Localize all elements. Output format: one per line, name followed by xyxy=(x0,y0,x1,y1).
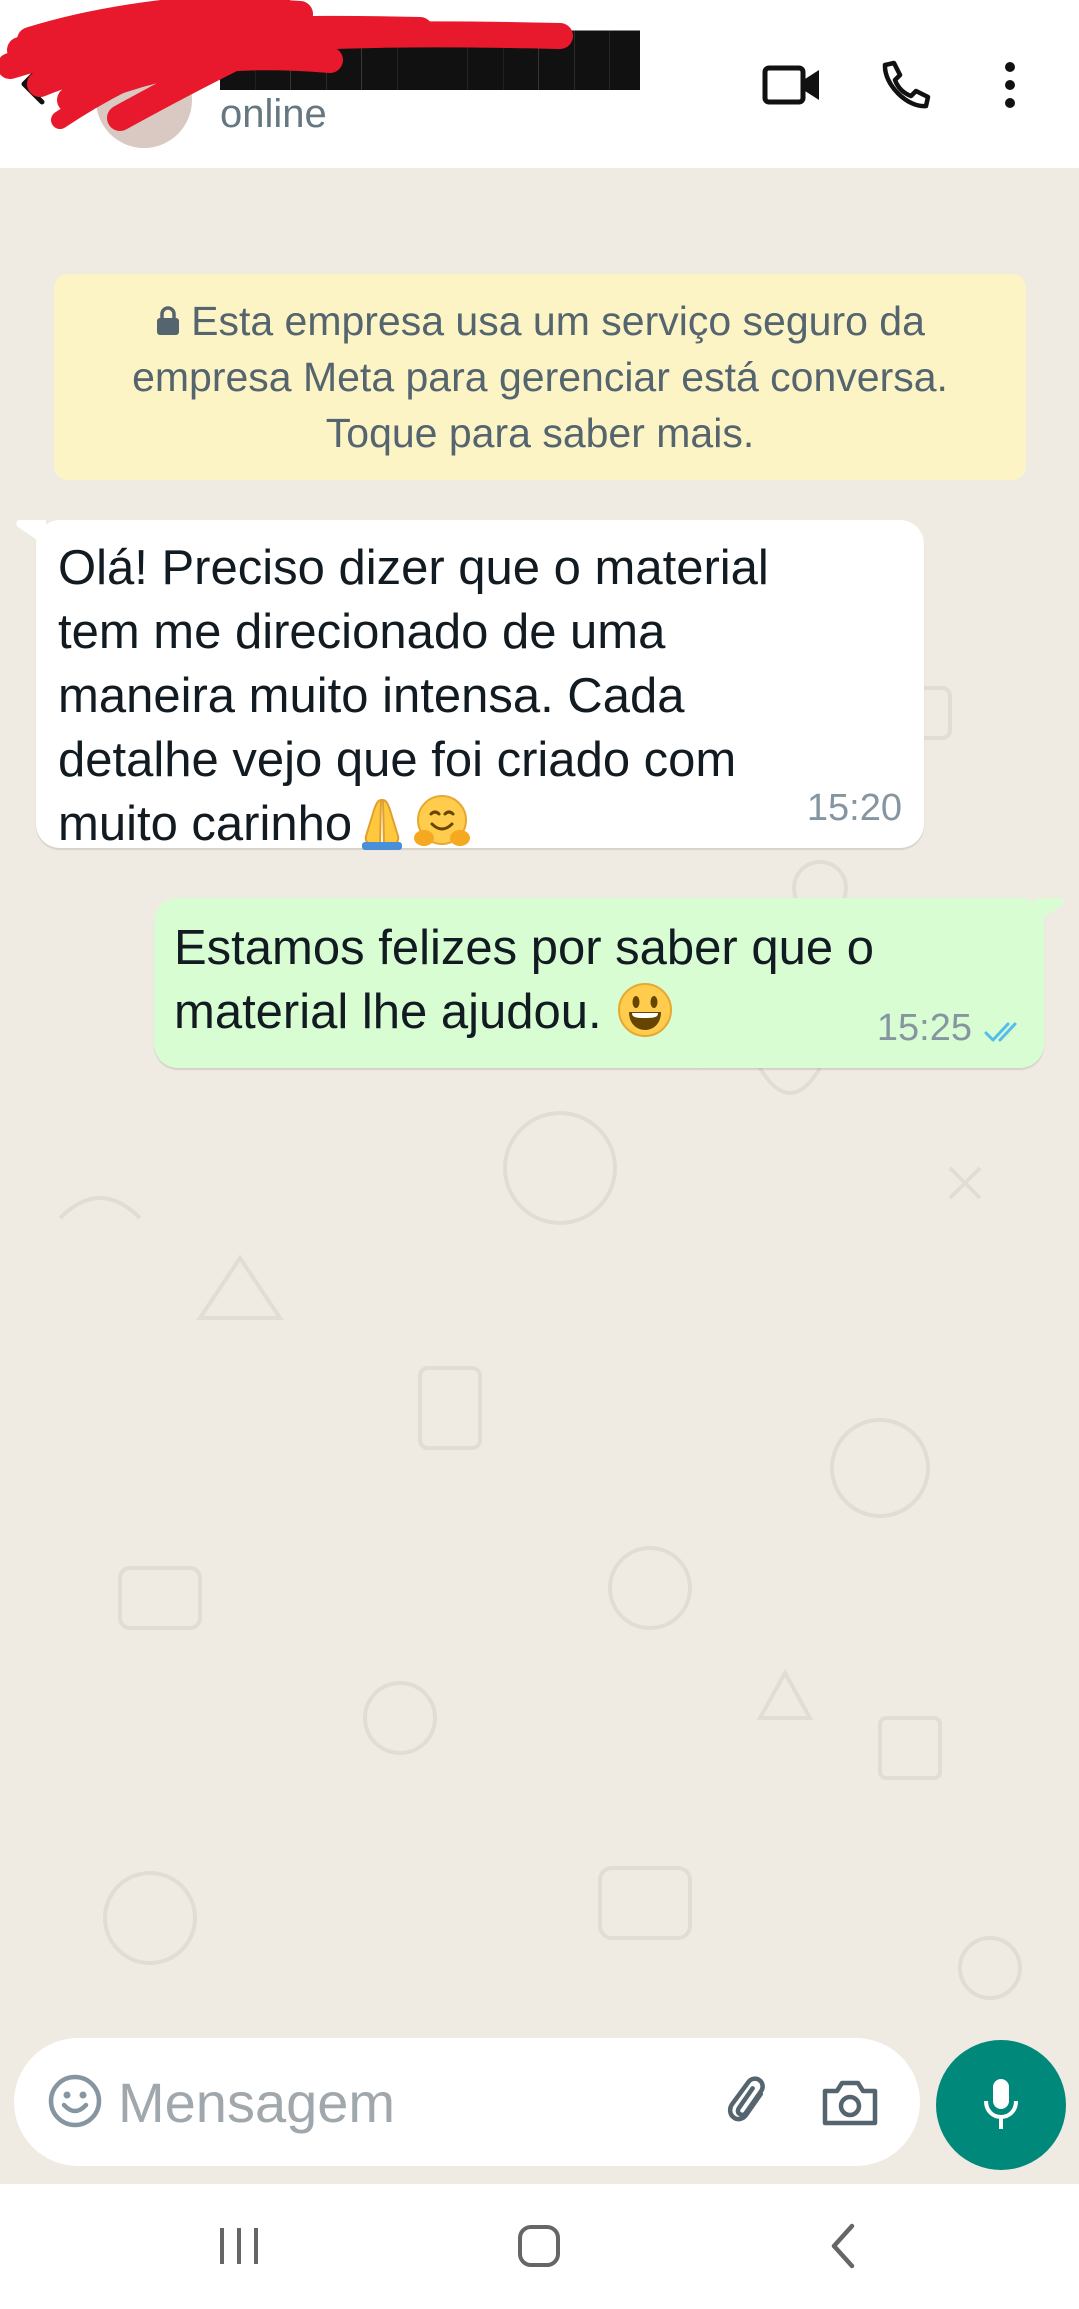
message-last-line: muito carinho xyxy=(58,792,898,856)
encryption-notice[interactable]: Esta empresa usa um serviço seguro da em… xyxy=(54,274,1026,480)
bubble-tail xyxy=(1034,898,1064,924)
message-time: 15:25 xyxy=(876,1007,972,1049)
message-composer xyxy=(14,2038,920,2166)
message-line: Olá! Preciso dizer que o material xyxy=(58,541,769,595)
message-line: detalhe vejo que foi criado com xyxy=(58,733,737,787)
outgoing-message[interactable]: Estamos felizes por saber que o material… xyxy=(154,898,1064,1068)
voice-call-icon[interactable] xyxy=(866,50,946,120)
notice-line-1: Esta empresa usa um serviço seguro da xyxy=(191,298,925,344)
grinning-face-emoji xyxy=(618,983,673,1037)
home-icon[interactable] xyxy=(484,2204,594,2288)
message-input[interactable] xyxy=(118,2062,678,2142)
bubble-tail xyxy=(16,520,46,546)
video-call-icon[interactable] xyxy=(752,50,832,120)
message-text: Olá! Preciso dizer que o material tem me… xyxy=(58,536,898,856)
notice-line-3: Toque para saber mais. xyxy=(325,410,755,456)
emoji-icon[interactable] xyxy=(42,2068,108,2134)
camera-icon[interactable] xyxy=(814,2066,886,2138)
chat-area[interactable]: Esta empresa usa um serviço seguro da em… xyxy=(0,168,1079,2158)
folded-hands-emoji xyxy=(362,798,403,850)
recent-apps-icon[interactable] xyxy=(184,2204,294,2288)
message-line: Estamos felizes por saber que o xyxy=(174,921,874,975)
mic-icon[interactable] xyxy=(936,2040,1066,2170)
message-time: 15:20 xyxy=(806,787,902,829)
message-line: material lhe ajudou. xyxy=(174,985,602,1039)
message-line: muito carinho xyxy=(58,797,353,851)
redaction-scribble xyxy=(0,0,573,131)
message-line: tem me direcionado de uma xyxy=(58,605,666,659)
notice-line-2: empresa Meta para gerenciar está convers… xyxy=(132,354,948,400)
lock-icon xyxy=(157,306,180,336)
hugging-face-emoji xyxy=(414,795,471,846)
attach-icon[interactable] xyxy=(714,2066,786,2138)
more-options-icon[interactable] xyxy=(980,50,1040,120)
chat-header: ████████████ online xyxy=(0,0,1079,168)
message-line: maneira muito intensa. Cada xyxy=(58,669,685,723)
system-navigation-bar xyxy=(0,2184,1079,2309)
read-receipt-icon xyxy=(984,1022,1017,1042)
back-icon[interactable] xyxy=(788,2204,898,2288)
incoming-message[interactable]: Olá! Preciso dizer que o material tem me… xyxy=(16,520,924,851)
